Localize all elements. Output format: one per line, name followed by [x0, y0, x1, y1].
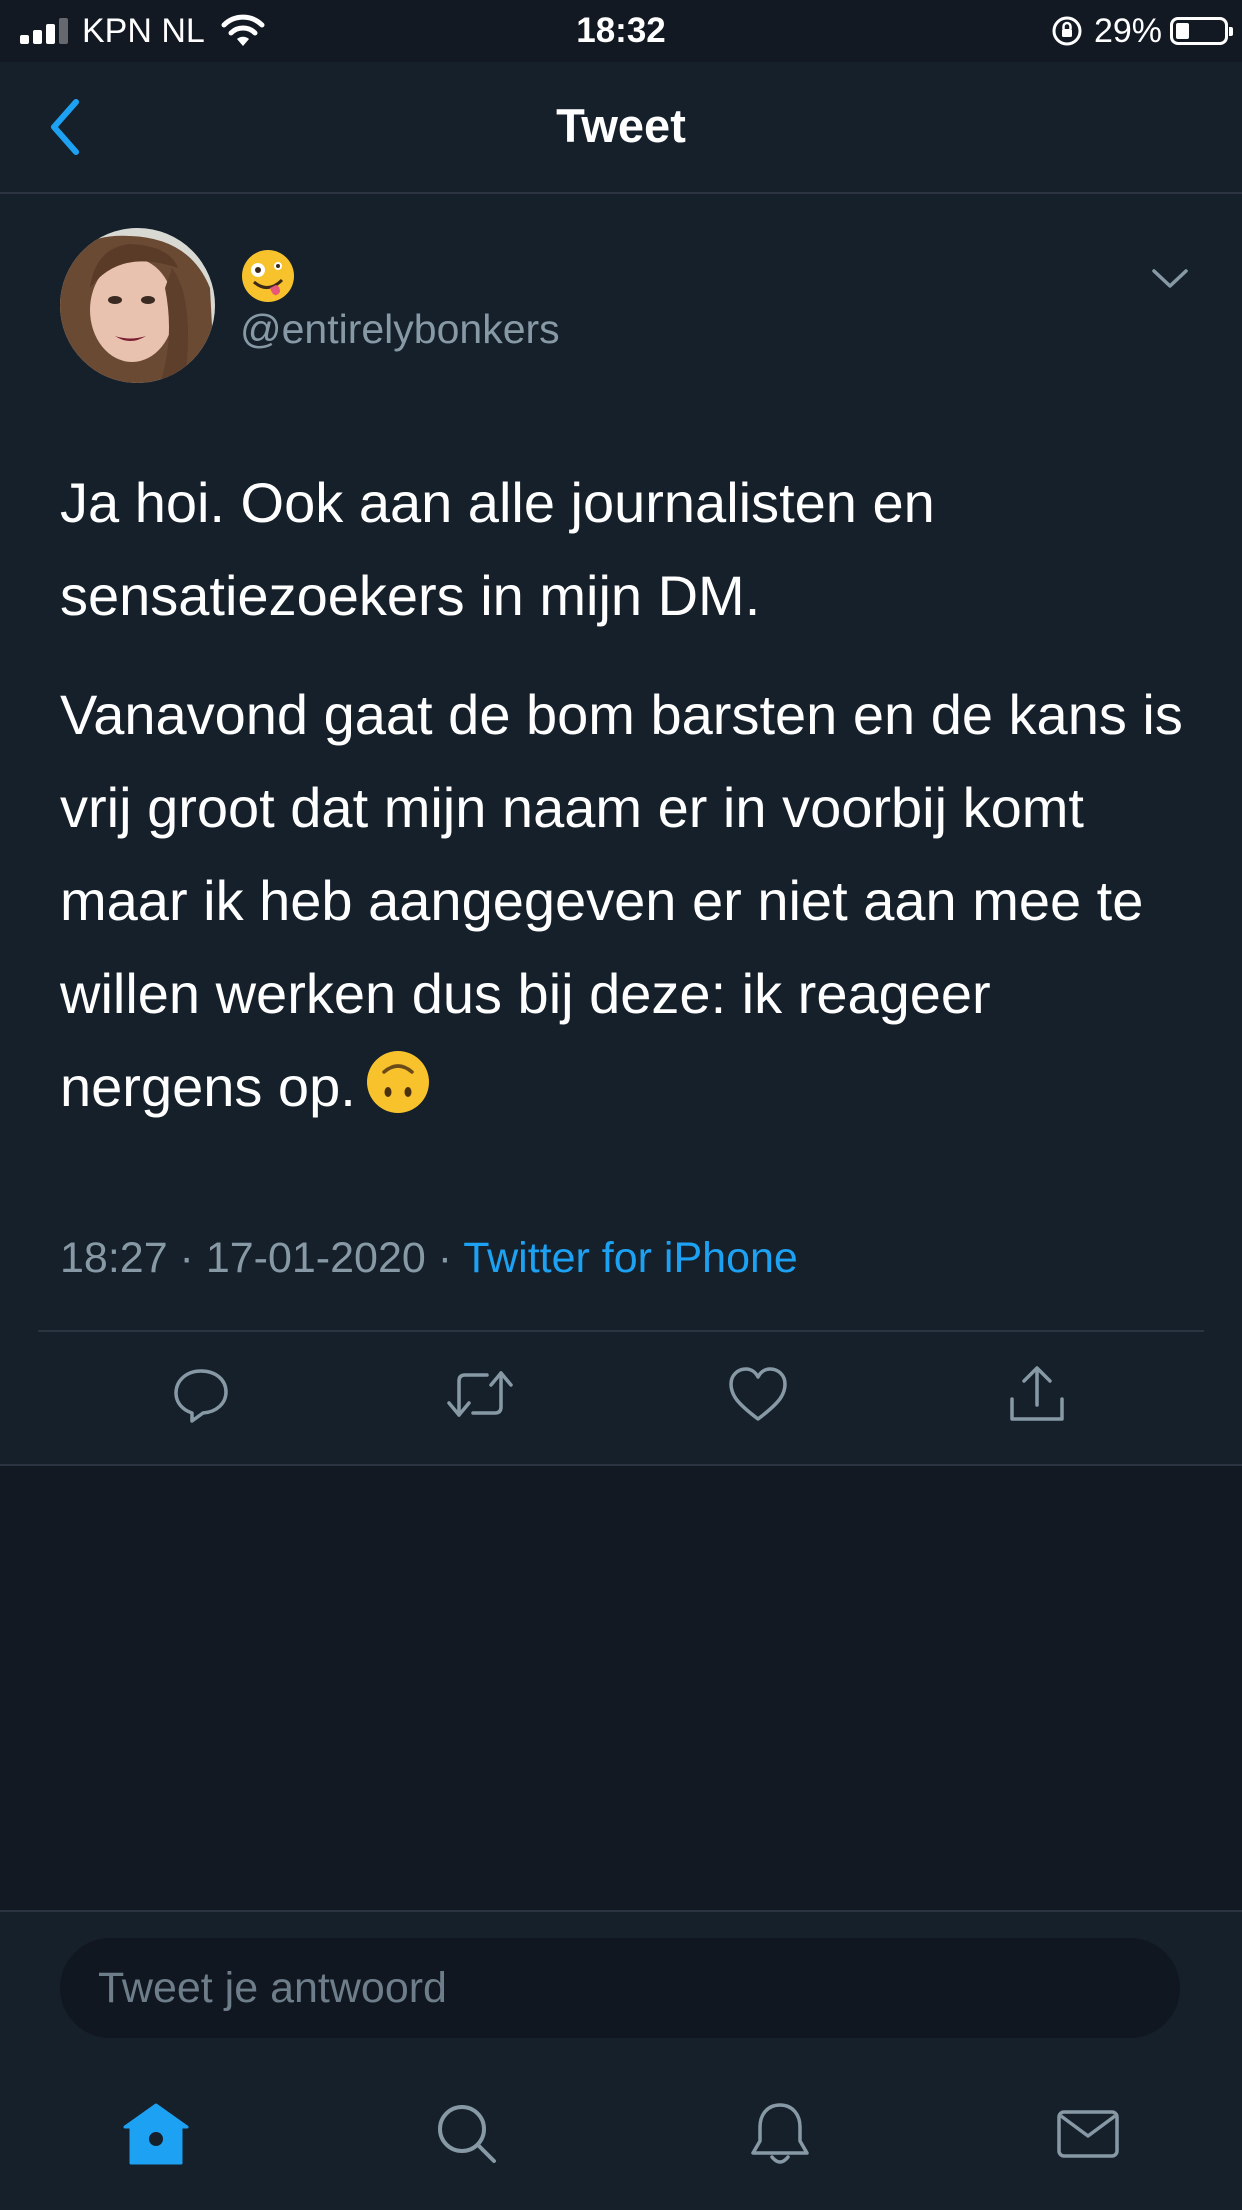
page-title: Tweet [556, 99, 686, 152]
upside-down-face-emoji [366, 1051, 429, 1113]
tweet-meta: 18:27 · 17-01-2020 · Twitter for iPhone [60, 1234, 798, 1282]
user-handle[interactable]: @entirelybonkers [240, 306, 560, 353]
retweet-button[interactable] [440, 1354, 520, 1434]
reply-input[interactable] [60, 1938, 1180, 2038]
reply-icon [174, 1369, 228, 1423]
tweet-actions [0, 1354, 1242, 1434]
share-icon [1010, 1366, 1064, 1421]
tweet-time: 18:27 [60, 1234, 168, 1282]
status-bar: KPN NL 18:32 29% [0, 0, 1242, 62]
tweet-paragraph: Ja hoi. Ook aan alle journalisten en sen… [60, 471, 935, 627]
orientation-lock-icon [1052, 16, 1082, 46]
notifications-icon [751, 2103, 809, 2164]
divider [38, 1330, 1204, 1332]
reply-button[interactable] [161, 1354, 241, 1434]
tweet-paragraph: Vanavond gaat de bom barsten en de kans … [60, 683, 1183, 1118]
battery-percent: 29% [1093, 11, 1162, 50]
retweet-icon [447, 1371, 513, 1417]
messages-icon [1057, 2110, 1119, 2158]
share-button[interactable] [997, 1354, 1077, 1434]
avatar[interactable] [60, 228, 215, 383]
tweet-text: Ja hoi. Ook aan alle journalisten en sen… [60, 456, 1200, 1159]
chevron-down-icon[interactable] [1150, 266, 1190, 292]
navigation-bar: Tweet [0, 62, 1242, 194]
tab-search[interactable] [427, 2094, 507, 2174]
search-icon [438, 2105, 496, 2163]
tab-home[interactable] [116, 2094, 196, 2174]
like-button[interactable] [718, 1354, 798, 1434]
battery-icon [1170, 17, 1233, 45]
bottom-bar [0, 1910, 1242, 2210]
tweet-detail: @entirelybonkers Ja hoi. Ook aan alle jo… [0, 194, 1242, 1466]
zany-face-emoji [242, 250, 294, 302]
like-icon [729, 1367, 787, 1421]
tweet-source-link[interactable]: Twitter for iPhone [463, 1234, 798, 1282]
tab-messages[interactable] [1048, 2094, 1128, 2174]
home-icon [123, 2103, 189, 2165]
reply-box[interactable] [60, 1938, 1180, 2038]
tab-notifications[interactable] [740, 2094, 820, 2174]
tweet-date: 17-01-2020 [205, 1234, 426, 1282]
